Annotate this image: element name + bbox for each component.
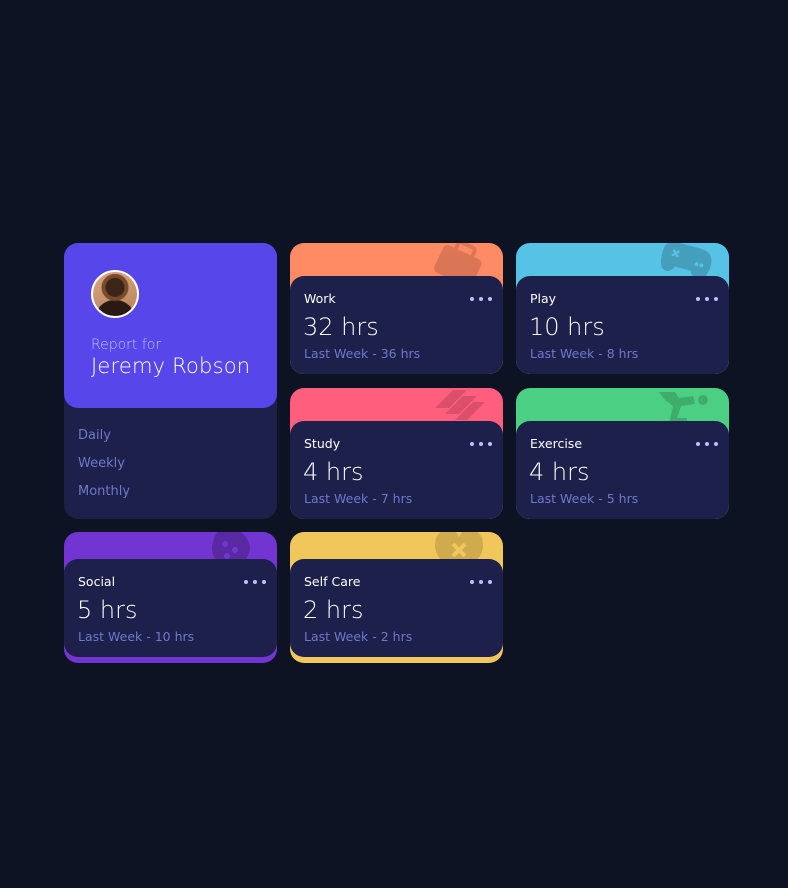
profile-card: Report for Jeremy Robson Daily Weekly Mo… [64, 243, 277, 519]
card-title: Exercise [530, 436, 583, 451]
card-study: Study 4 hrs Last Week - 7 hrs [290, 388, 503, 519]
card-previous: Last Week - 10 hrs [78, 629, 195, 644]
more-options-icon[interactable] [244, 573, 266, 591]
card-hours: 4 hrs [303, 458, 364, 486]
card-previous: Last Week - 7 hrs [304, 491, 413, 506]
card-body[interactable]: Work 32 hrs Last Week - 36 hrs [290, 276, 503, 374]
card-title: Work [304, 291, 336, 306]
card-hours: 32 hrs [303, 313, 379, 341]
card-play: Play 10 hrs Last Week - 8 hrs [516, 243, 729, 374]
card-title: Social [78, 574, 116, 589]
more-options-icon[interactable] [470, 573, 492, 591]
card-body[interactable]: Play 10 hrs Last Week - 8 hrs [516, 276, 729, 374]
card-work: Work 32 hrs Last Week - 36 hrs [290, 243, 503, 374]
card-hours: 4 hrs [529, 458, 590, 486]
period-weekly[interactable]: Weekly [78, 455, 130, 483]
time-tracking-dashboard: Report for Jeremy Robson Daily Weekly Mo… [64, 243, 729, 663]
period-daily[interactable]: Daily [78, 427, 130, 455]
avatar [91, 270, 139, 318]
profile-header: Report for Jeremy Robson [64, 243, 277, 408]
more-options-icon[interactable] [696, 290, 718, 308]
more-options-icon[interactable] [470, 290, 492, 308]
card-previous: Last Week - 8 hrs [530, 346, 639, 361]
user-name: Jeremy Robson [91, 354, 251, 378]
card-exercise: Exercise 4 hrs Last Week - 5 hrs [516, 388, 729, 519]
card-title: Self Care [304, 574, 361, 589]
card-previous: Last Week - 36 hrs [304, 346, 421, 361]
card-body[interactable]: Self Care 2 hrs Last Week - 2 hrs [290, 559, 503, 657]
card-social: Social 5 hrs Last Week - 10 hrs [64, 532, 277, 663]
more-options-icon[interactable] [470, 435, 492, 453]
card-body[interactable]: Study 4 hrs Last Week - 7 hrs [290, 421, 503, 519]
card-title: Play [530, 291, 557, 306]
card-self-care: Self Care 2 hrs Last Week - 2 hrs [290, 532, 503, 663]
card-hours: 10 hrs [529, 313, 605, 341]
card-hours: 5 hrs [77, 596, 138, 624]
card-body[interactable]: Exercise 4 hrs Last Week - 5 hrs [516, 421, 729, 519]
card-previous: Last Week - 5 hrs [530, 491, 639, 506]
report-for-label: Report for [91, 337, 162, 353]
card-hours: 2 hrs [303, 596, 364, 624]
period-monthly[interactable]: Monthly [78, 483, 130, 511]
card-body[interactable]: Social 5 hrs Last Week - 10 hrs [64, 559, 277, 657]
card-title: Study [304, 436, 341, 451]
more-options-icon[interactable] [696, 435, 718, 453]
card-previous: Last Week - 2 hrs [304, 629, 413, 644]
period-selector: Daily Weekly Monthly [78, 427, 130, 511]
